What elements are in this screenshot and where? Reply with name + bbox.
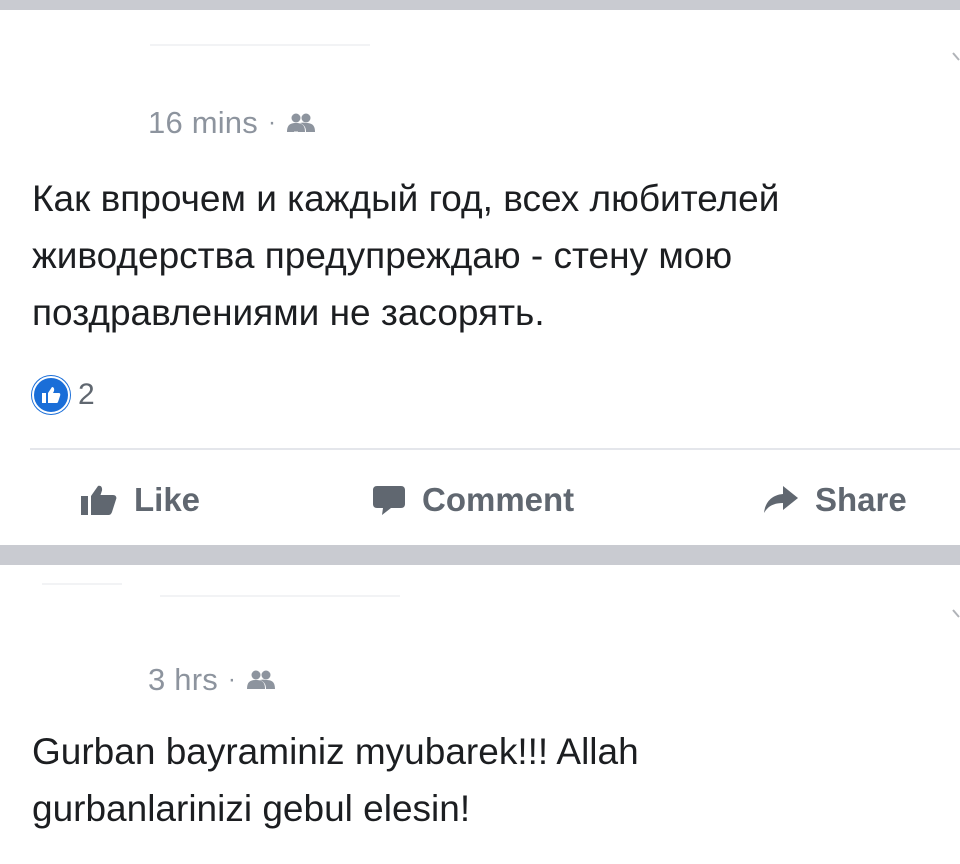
post-text: Как впрочем и каждый год, всех любителей… (32, 178, 780, 333)
post-meta: 3 hrs · (148, 662, 276, 698)
action-bar-divider (30, 448, 960, 450)
post-meta: 16 mins · (148, 105, 316, 141)
cropped-header-line (42, 583, 122, 585)
reaction-summary[interactable]: 2 (32, 376, 95, 414)
thumbs-up-icon (81, 485, 117, 515)
share-arrow-icon (764, 486, 798, 513)
feed-divider (0, 545, 960, 565)
post-timestamp[interactable]: 16 mins (148, 105, 258, 141)
comment-button[interactable]: Comment (372, 478, 574, 522)
comment-label: Comment (422, 481, 575, 518)
friends-icon (287, 113, 316, 133)
like-reaction-icon (32, 376, 70, 414)
share-button[interactable]: Share (763, 478, 907, 522)
reaction-count: 2 (78, 378, 95, 411)
post-action-bar: Like Comment Share (0, 478, 960, 522)
share-label: Share (815, 481, 907, 518)
news-feed: 16 mins · Как впрочем и каждый год, всех… (0, 0, 960, 864)
chevron-down-icon[interactable] (952, 607, 960, 621)
meta-separator: · (227, 666, 237, 693)
chevron-down-icon[interactable] (952, 50, 960, 64)
comment-icon (373, 486, 405, 515)
cropped-header-line (150, 44, 370, 46)
cropped-header-line (160, 595, 400, 597)
like-label: Like (134, 481, 201, 518)
friends-icon (247, 670, 276, 689)
feed-post: 3 hrs · Gurban bayraminiz myubarek!!! Al… (0, 565, 960, 864)
meta-separator: · (267, 109, 277, 136)
post-timestamp[interactable]: 3 hrs (148, 662, 218, 698)
like-button[interactable]: Like (80, 478, 200, 522)
post-text: Gurban bayraminiz myubarek!!! Allah gurb… (32, 731, 639, 829)
feed-divider (0, 0, 960, 10)
feed-post: 16 mins · Как впрочем и каждый год, всех… (0, 10, 960, 545)
